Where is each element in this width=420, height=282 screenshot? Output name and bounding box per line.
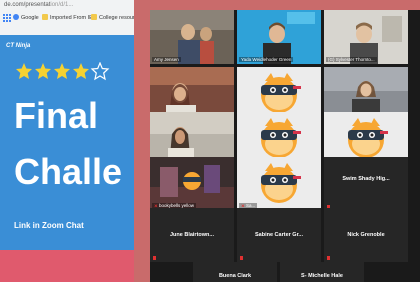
participant-name: Amy Jensen — [152, 57, 181, 62]
star-outline-icon — [90, 62, 110, 81]
browser-chrome: de.com/presentation/d/1... Google Import… — [0, 0, 145, 35]
slide-title-line1: Final — [14, 95, 99, 136]
zoom-gallery: Amy Jensen Yada Weidlehoder Green (G) Sy… — [150, 10, 420, 282]
video-tile-camera-off[interactable]: S- Michelle Hale — [280, 262, 364, 282]
participant-name: Nick Grenoble — [347, 232, 385, 238]
slide-link-text: Link in Zoom Chat — [14, 221, 84, 230]
star-icon — [73, 63, 89, 79]
muted-mic-icon — [240, 256, 243, 260]
google-icon — [13, 14, 19, 20]
video-tile[interactable]: ⨯ Sa... — [237, 157, 321, 211]
folder-icon — [42, 14, 48, 20]
camera-feed — [237, 10, 321, 64]
video-tile-camera-off[interactable]: Swim Shady Hig... — [324, 157, 408, 211]
video-tile-camera-off[interactable]: Nick Grenoble — [324, 208, 408, 262]
muted-mic-icon — [327, 256, 330, 260]
brand-label: CT Ninja — [6, 43, 31, 49]
video-tile[interactable]: Amy Jensen — [150, 10, 234, 64]
folder-icon — [91, 14, 97, 20]
star-icon — [16, 63, 32, 79]
participant-name: Buena Clark — [218, 273, 252, 279]
star-rating — [16, 62, 110, 81]
participant-name: S- Michelle Hale — [301, 273, 343, 279]
participant-name: Yada Weidlehoder Green — [239, 57, 294, 62]
video-tile-camera-off[interactable]: Sabine Carter Gr... — [237, 208, 321, 262]
slide-bottom-strip — [0, 250, 134, 282]
presentation-slide: CT Ninja Final Challe Link in Zoom Chat — [0, 35, 134, 250]
video-tile[interactable]: ⨯ bookybells yellow — [150, 157, 234, 211]
bookmark-google[interactable]: Google — [13, 14, 39, 21]
camera-feed — [150, 10, 234, 64]
bookmark-imported[interactable]: Imported From IE — [42, 14, 93, 21]
video-tile-active-speaker[interactable]: (G) Sylvester Thornto... — [324, 10, 408, 64]
video-tile-camera-off[interactable]: Buena Clark — [193, 262, 277, 282]
address-bar[interactable]: de.com/presentation/d/1... — [4, 2, 73, 8]
participant-name: Sabine Carter Gr... — [255, 232, 303, 238]
camera-feed — [324, 10, 408, 64]
participant-name: June Blairtown... — [169, 232, 214, 238]
slide-title-line2: Challe — [14, 151, 123, 192]
apps-icon[interactable] — [3, 14, 11, 22]
divider — [134, 0, 150, 282]
star-icon — [35, 63, 51, 79]
video-tile[interactable]: Yada Weidlehoder Green — [237, 10, 321, 64]
participant-name: (G) Sylvester Thornto... — [326, 57, 377, 62]
video-tile-camera-off[interactable]: June Blairtown... — [150, 208, 234, 262]
star-icon — [54, 63, 70, 79]
muted-mic-icon — [153, 256, 156, 260]
participant-name: Swim Shady Hig... — [342, 175, 390, 182]
